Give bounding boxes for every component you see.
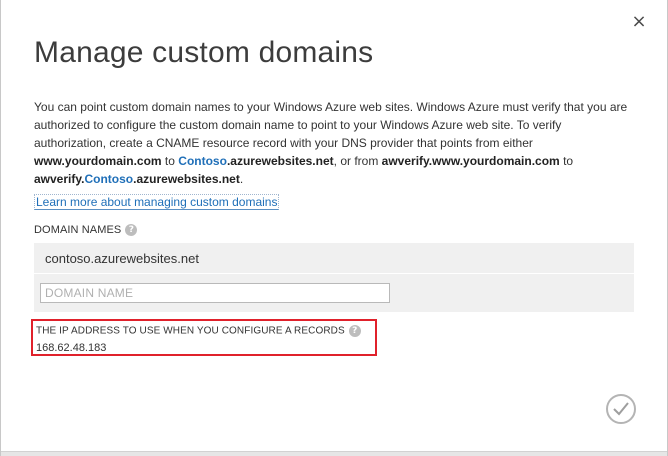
awverify-domain: awverify.www.yourdomain.com — [381, 154, 560, 168]
checkmark-icon — [613, 402, 629, 416]
domain-names-label-text: DOMAIN NAMES — [34, 224, 122, 236]
bottom-strip — [1, 451, 667, 456]
dialog-title: Manage custom domains — [34, 36, 374, 69]
or-text: , or from — [333, 154, 379, 168]
ip-address-highlight: THE IP ADDRESS TO USE WHEN YOU CONFIGURE… — [31, 319, 377, 356]
ip-address-label-text: THE IP ADDRESS TO USE WHEN YOU CONFIGURE… — [36, 325, 345, 337]
ip-address-label: THE IP ADDRESS TO USE WHEN YOU CONFIGURE… — [36, 325, 361, 337]
site-suffix: .azurewebsites.net — [226, 154, 334, 168]
domain-names-label: DOMAIN NAMES? — [34, 224, 138, 237]
help-icon[interactable]: ? — [125, 224, 138, 237]
learn-more-link[interactable]: Learn more about managing custom domains — [34, 194, 280, 210]
domain-input-row — [34, 274, 634, 312]
dialog-frame: × Manage custom domains You can point cu… — [0, 0, 668, 456]
description-text: You can point custom domain names to you… — [34, 98, 634, 188]
existing-domain: contoso.azurewebsites.net — [45, 251, 199, 266]
close-icon[interactable]: × — [631, 12, 647, 32]
ok-button[interactable] — [606, 394, 636, 424]
existing-domain-row: contoso.azurewebsites.net — [34, 243, 634, 273]
description-intro: You can point custom domain names to you… — [34, 100, 628, 150]
domain-example: www.yourdomain.com — [34, 154, 162, 168]
domain-name-input[interactable] — [40, 283, 390, 303]
site-suffix: .azurewebsites.net — [133, 172, 240, 186]
awverify-prefix: awverify. — [34, 172, 85, 186]
help-icon[interactable]: ? — [348, 325, 361, 337]
to-word: to — [563, 154, 574, 168]
site-name: Contoso — [84, 172, 134, 186]
ip-address-value: 168.62.48.183 — [36, 342, 107, 354]
to-word: to — [164, 154, 175, 168]
site-name: Contoso — [178, 154, 227, 168]
end-punct: . — [239, 172, 244, 186]
